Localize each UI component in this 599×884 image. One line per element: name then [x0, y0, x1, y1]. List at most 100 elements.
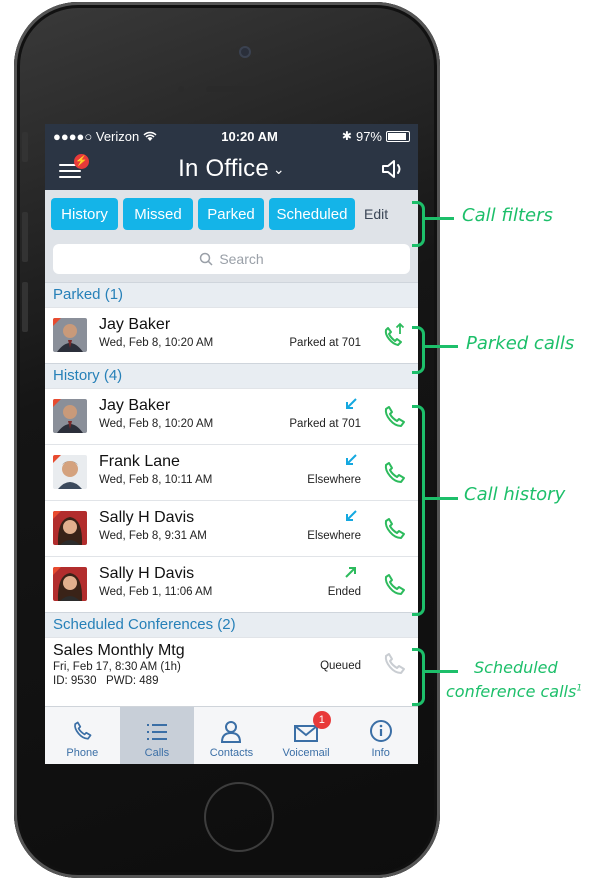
tab-phone[interactable]: Phone — [45, 707, 120, 764]
filter-scheduled[interactable]: Scheduled — [269, 198, 355, 230]
scheduled-leader-line — [424, 670, 458, 673]
annotation-scheduled-line1: Scheduled — [474, 658, 558, 677]
bluetooth-icon: ✱ — [341, 129, 352, 143]
outgoing-arrow-icon — [345, 567, 356, 578]
history-row[interactable]: Sally H Davis Wed, Feb 1, 11:06 AM Ended — [45, 556, 418, 612]
tab-label: Phone — [66, 747, 99, 759]
wifi-icon — [143, 131, 157, 141]
home-button[interactable] — [204, 782, 274, 852]
tab-label: Info — [371, 747, 390, 759]
call-back-icon[interactable] — [380, 515, 408, 543]
call-date: Wed, Feb 8, 10:11 AM — [99, 474, 213, 486]
call-back-icon[interactable] — [380, 571, 408, 599]
section-header-history: History (4) — [45, 363, 418, 388]
annotation-scheduled-text: conference calls — [446, 682, 577, 701]
call-status: Elsewhere — [307, 530, 361, 542]
mute-switch — [22, 132, 28, 162]
join-conference-icon[interactable] — [380, 650, 408, 678]
battery-icon — [386, 130, 410, 142]
tab-label: Voicemail — [282, 747, 330, 759]
avatar — [53, 567, 87, 601]
filter-parked[interactable]: Parked — [198, 198, 264, 230]
page-title: In Office — [178, 155, 269, 182]
unpark-call-icon[interactable] — [380, 322, 408, 350]
contact-name: Sally H Davis — [99, 509, 195, 526]
menu-icon-line — [59, 170, 81, 172]
contact-name: Jay Baker — [99, 397, 171, 414]
conference-title: Sales Monthly Mtg — [53, 642, 185, 659]
earpiece-speaker — [206, 86, 276, 92]
carrier-label: ●●●●○ Verizon — [53, 128, 140, 144]
annotation-parked-calls: Parked calls — [466, 333, 575, 354]
parked-bracket — [412, 326, 425, 374]
call-status: Parked at 701 — [289, 418, 361, 430]
avatar — [53, 399, 87, 433]
section-header-parked: Parked (1) — [45, 282, 418, 307]
call-status: Elsewhere — [307, 474, 361, 486]
conference-row[interactable]: Sales Monthly Mtg Fri, Feb 17, 8:30 AM (… — [45, 637, 418, 692]
avatar — [53, 511, 87, 545]
tab-bar: Phone Calls Contacts Voicemail 1 Info — [45, 706, 418, 764]
search-icon — [200, 252, 213, 266]
front-camera — [239, 46, 251, 58]
filters-leader-line — [424, 217, 454, 220]
call-back-icon[interactable] — [380, 403, 408, 431]
conference-status: Queued — [320, 660, 361, 672]
volume-up-button — [22, 212, 28, 262]
alert-badge: ⚡ — [74, 154, 89, 169]
filter-history[interactable]: History — [51, 198, 118, 230]
proximity-sensor — [178, 86, 184, 92]
phone-icon — [74, 721, 92, 740]
menu-icon-line — [59, 176, 81, 178]
call-date: Wed, Feb 8, 10:20 AM — [99, 418, 214, 430]
parked-leader-line — [424, 345, 458, 348]
scheduled-bracket — [412, 648, 425, 706]
tab-contacts[interactable]: Contacts — [194, 707, 269, 764]
tab-label: Calls — [144, 747, 170, 759]
call-status: Ended — [327, 586, 361, 598]
presence-selector[interactable]: In Office ⌄ — [178, 155, 285, 183]
search-input[interactable]: Search — [53, 244, 410, 274]
filters-bracket — [412, 201, 425, 247]
voicemail-count-badge: 1 — [312, 711, 331, 729]
filter-bar: History Missed Parked Scheduled Edit — [45, 190, 418, 238]
call-date: Wed, Feb 8, 10:20 AM — [99, 337, 214, 349]
history-row[interactable]: Sally H Davis Wed, Feb 8, 9:31 AM Elsewh… — [45, 500, 418, 556]
tab-voicemail[interactable]: Voicemail 1 — [269, 707, 344, 764]
incoming-arrow-icon — [346, 510, 357, 521]
history-leader-line — [424, 497, 458, 500]
battery-percent: 97% — [355, 128, 382, 144]
search-placeholder: Search — [219, 251, 264, 267]
edit-filters-button[interactable]: Edit — [364, 206, 388, 222]
status-bar: ●●●●○ Verizon 10:20 AM ✱ 97% — [45, 124, 418, 148]
volume-down-button — [22, 282, 28, 332]
filter-missed[interactable]: Missed — [123, 198, 193, 230]
conference-credentials: ID: 9530 PWD: 489 — [53, 675, 159, 687]
incoming-arrow-icon — [346, 454, 357, 465]
call-status: Parked at 701 — [289, 337, 361, 349]
conference-date: Fri, Feb 17, 8:30 AM (1h) — [53, 661, 181, 673]
tab-info[interactable]: Info — [343, 707, 418, 764]
tab-label: Contacts — [209, 747, 254, 759]
app-screen: ●●●●○ Verizon 10:20 AM ✱ 97% ⚡ In Office… — [45, 124, 418, 764]
parked-call-row[interactable]: Jay Baker Wed, Feb 8, 10:20 AM Parked at… — [45, 307, 418, 363]
tab-calls[interactable]: Calls — [119, 707, 195, 764]
speaker-icon[interactable] — [380, 158, 406, 180]
contact-name: Jay Baker — [99, 316, 171, 333]
history-row[interactable]: Frank Lane Wed, Feb 8, 10:11 AM Elsewher… — [45, 444, 418, 500]
list-icon — [146, 724, 167, 740]
history-row[interactable]: Jay Baker Wed, Feb 8, 10:20 AM Parked at… — [45, 388, 418, 444]
chevron-down-icon: ⌄ — [272, 161, 285, 178]
contact-name: Sally H Davis — [99, 565, 195, 582]
annotation-scheduled-line2: conference calls1 — [446, 682, 582, 701]
person-icon — [221, 721, 242, 743]
history-bracket — [412, 405, 425, 616]
menu-button[interactable]: ⚡ — [59, 154, 89, 180]
search-area: Search — [45, 238, 418, 282]
avatar — [53, 455, 87, 489]
annotation-call-filters: Call filters — [462, 205, 553, 226]
info-icon — [369, 720, 392, 742]
annotation-call-history: Call history — [464, 484, 566, 505]
call-back-icon[interactable] — [380, 459, 408, 487]
status-time: 10:20 AM — [221, 128, 278, 144]
